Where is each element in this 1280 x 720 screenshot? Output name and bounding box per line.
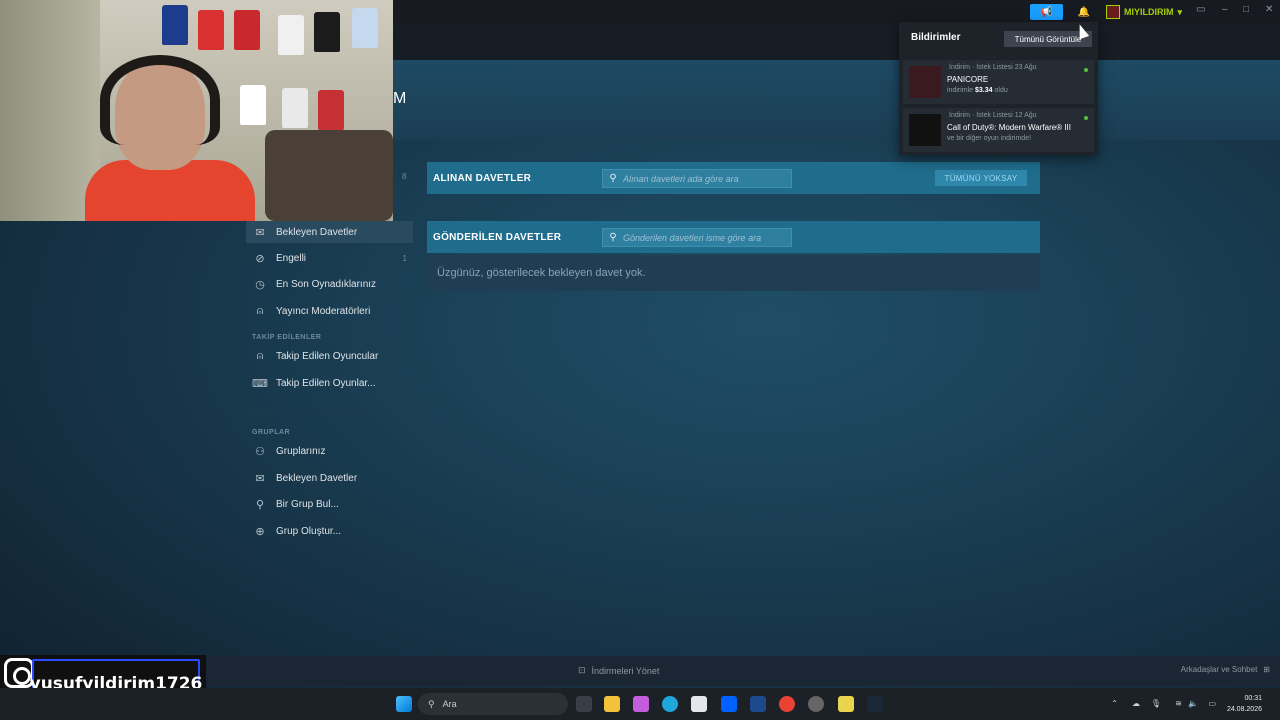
edge-icon[interactable]: [662, 696, 678, 712]
notification-item[interactable]: İndirim · İstek Listesi 12 Ağu Call of D…: [903, 108, 1094, 152]
envelope-icon: ✉: [255, 472, 265, 485]
page-header: M: [393, 60, 1280, 140]
section-followed: TAKİP EDİLENLER: [252, 334, 322, 341]
notification-meta: İndirim · İstek Listesi 23 Ağu: [949, 64, 1037, 71]
nav-header: [393, 24, 1280, 60]
block-icon: ⊘: [255, 252, 265, 265]
user-menu[interactable]: MIYILDIRIM ▾: [1106, 4, 1182, 20]
battery-icon[interactable]: ▭: [1208, 699, 1216, 708]
received-search-box[interactable]: ⚲: [602, 169, 792, 188]
ignore-all-button[interactable]: TÜMÜNÜ YOKSAY: [935, 170, 1027, 186]
search-icon: ⚲: [255, 498, 265, 511]
close-button[interactable]: ✕: [1265, 4, 1273, 15]
windows-taskbar: ⚲ Ara ⌃ ☁ 🎙 ≋ 🔈 ▭ 00:31 24.08.2026: [0, 688, 1280, 720]
windows-start-icon[interactable]: [396, 696, 412, 712]
app-icon[interactable]: [750, 696, 766, 712]
notification-meta: İndirim · İstek Listesi 12 Ağu: [949, 112, 1037, 119]
display-icon[interactable]: ▭: [1196, 4, 1205, 15]
sidebar-item-followed-players[interactable]: ⍝ Takip Edilen Oyuncular: [246, 345, 413, 367]
avatar: [1106, 5, 1120, 19]
search-icon: ⚲: [609, 232, 617, 243]
notification-game-name: PANICORE: [947, 75, 989, 84]
sidebar-item-find-group[interactable]: ⚲ Bir Grup Bul...: [246, 493, 413, 515]
sidebar-item-create-group[interactable]: ⊕ Grup Oluştur...: [246, 520, 413, 542]
person-icon: ⍝: [256, 304, 264, 317]
manage-downloads-button[interactable]: ⊡ İndirmeleri Yönet: [578, 665, 659, 676]
username: MIYILDIRIM: [1124, 7, 1174, 17]
sent-search-input[interactable]: [623, 232, 783, 243]
sidebar-item-recently-played[interactable]: ◷ En Son Oynadıklarınız: [246, 273, 413, 295]
empty-message: Üzgünüz, gösterilecek bekleyen davet yok…: [437, 267, 646, 279]
sent-invites-title: GÖNDERİLEN DAVETLER: [433, 231, 562, 243]
dropbox-icon[interactable]: [721, 696, 737, 712]
sent-search-box[interactable]: ⚲: [602, 228, 792, 247]
obs-icon[interactable]: [808, 696, 824, 712]
notification-subtext: ve bir diğer oyun indirimde!: [947, 135, 1032, 142]
steam-icon[interactable]: [867, 696, 883, 712]
notifications-title: Bildirimler: [911, 32, 961, 43]
plus-icon: ⊕: [255, 525, 265, 538]
group-icon: ⚇: [255, 445, 265, 458]
friends-chat-button[interactable]: Arkadaşlar ve Sohbet ⊞: [1181, 665, 1270, 674]
search-icon: ⚲: [428, 698, 435, 709]
section-groups: GRUPLAR: [252, 429, 291, 436]
store-icon[interactable]: [691, 696, 707, 712]
sidebar-item-followed-games[interactable]: ⌨ Takip Edilen Oyunlar...: [246, 372, 413, 394]
search-icon: ⚲: [609, 173, 617, 184]
cloud-icon[interactable]: ☁: [1132, 699, 1140, 708]
empty-invites-row: Üzgünüz, gösterilecek bekleyen davet yok…: [427, 255, 1040, 291]
chevron-down-icon: ▾: [1177, 6, 1183, 17]
sidebar-item-your-groups[interactable]: ⚇ Gruplarınız: [246, 440, 413, 462]
chevron-up-icon[interactable]: ⌃: [1111, 699, 1118, 708]
unread-dot: [1084, 68, 1088, 72]
notification-item[interactable]: İndirim · İstek Listesi 23 Ağu PANICORE …: [903, 60, 1094, 104]
app-icon[interactable]: [838, 696, 854, 712]
notification-subtext: indirimle $3.34 oldu: [947, 87, 1008, 94]
received-invites-header: ALINAN DAVETLER ⚲ TÜMÜNÜ YOKSAY: [427, 162, 1040, 194]
sidebar-item-blocked[interactable]: ⊘ Engelli 1: [246, 247, 413, 269]
game-thumbnail: [909, 114, 941, 146]
notification-game-name: Call of Duty®: Modern Warfare® III: [947, 123, 1071, 132]
page-title-partial: M: [393, 90, 407, 107]
sidebar-item-broadcast-moderators[interactable]: ⍝ Yayıncı Moderatörleri: [246, 300, 413, 322]
received-search-input[interactable]: [623, 173, 783, 184]
copilot-icon[interactable]: [633, 696, 649, 712]
clock-icon: ◷: [255, 278, 265, 291]
webcam-overlay: [0, 0, 393, 221]
wifi-icon[interactable]: ≋: [1175, 699, 1182, 708]
chrome-icon[interactable]: [779, 696, 795, 712]
sidebar-item-group-invites[interactable]: ✉ Bekleyen Davetler: [246, 467, 413, 489]
task-view-icon[interactable]: [576, 696, 592, 712]
taskbar-search[interactable]: ⚲ Ara: [418, 693, 568, 715]
notifications-button[interactable]: 🔔: [1074, 4, 1094, 20]
mic-icon[interactable]: 🎙: [1151, 699, 1161, 708]
announcements-button[interactable]: 📢: [1030, 4, 1063, 20]
sidebar-item-pending-invites[interactable]: ✉ Bekleyen Davetler: [246, 221, 413, 243]
sidebar-divider: [246, 410, 413, 411]
received-invites-title: ALINAN DAVETLER: [433, 172, 532, 184]
file-explorer-icon[interactable]: [604, 696, 620, 712]
volume-icon[interactable]: 🔈: [1188, 699, 1198, 708]
megaphone-icon: 📢: [1040, 6, 1053, 18]
notifications-popup: Bildirimler Tümünü Görüntüle İndirim · İ…: [899, 22, 1098, 155]
chat-icon: ⊞: [1263, 665, 1270, 674]
bell-icon: 🔔: [1077, 6, 1091, 18]
unread-dot: [1084, 116, 1088, 120]
maximize-button[interactable]: □: [1243, 4, 1249, 15]
gamepad-icon: ⌨: [252, 377, 268, 390]
download-icon: ⊡: [578, 665, 586, 675]
envelope-icon: ✉: [255, 226, 265, 239]
blocked-count: 1: [402, 253, 407, 263]
minimize-button[interactable]: –: [1222, 4, 1228, 15]
taskbar-clock[interactable]: 00:31 24.08.2026: [1227, 693, 1262, 715]
sent-invites-header: GÖNDERİLEN DAVETLER ⚲: [427, 221, 1040, 253]
game-thumbnail: [909, 66, 941, 98]
person-follow-icon: ⍝: [256, 349, 264, 362]
friends-count: 8: [402, 172, 407, 181]
